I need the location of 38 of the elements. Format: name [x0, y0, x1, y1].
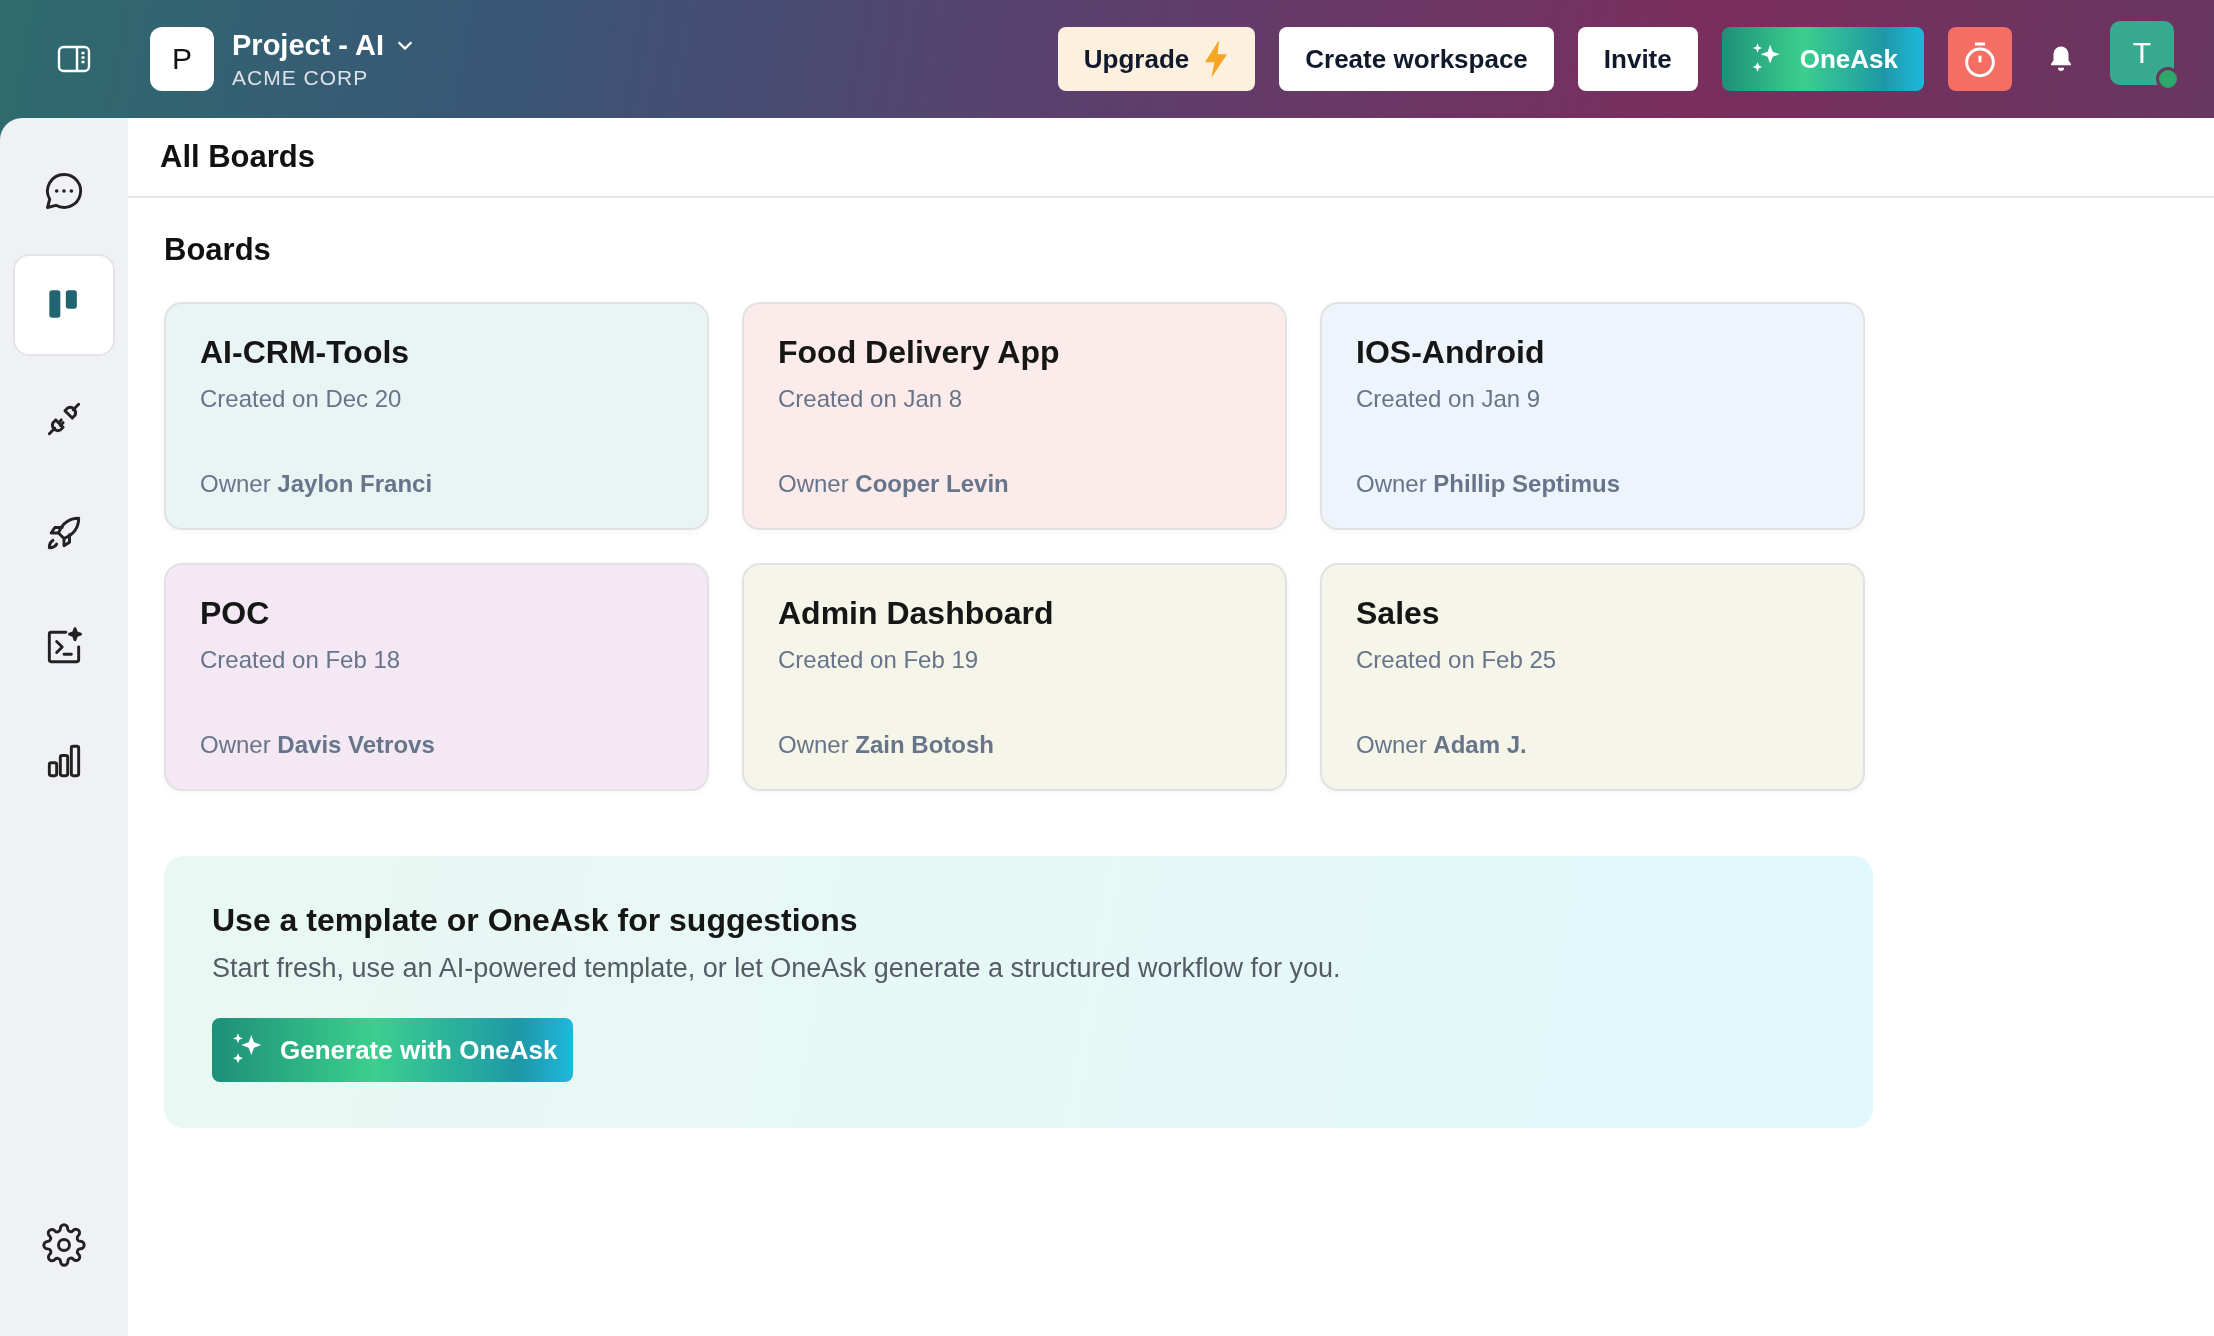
workspace-name[interactable]: Project - AI: [232, 28, 384, 62]
board-name: POC: [200, 595, 270, 632]
board-card[interactable]: Sales Created on Feb 25 Owner Adam J.: [1320, 563, 1865, 791]
organization-name: ACME CORP: [232, 65, 370, 90]
board-name: Admin Dashboard: [778, 595, 1054, 632]
suggestion-title: Use a template or OneAsk for suggestions: [212, 902, 858, 939]
workspace-avatar[interactable]: P: [150, 27, 214, 91]
board-created-date: Created on Feb 19: [778, 646, 979, 674]
board-owner: Owner Cooper Levin: [778, 470, 1009, 498]
header-button[interactable]: Invite: [1577, 27, 1698, 91]
board-card[interactable]: AI-CRM-Tools Created on Dec 20 Owner Jaylon Franci: [164, 302, 709, 530]
sidebar-item[interactable]: [13, 254, 115, 356]
board-card[interactable]: IOS-Android Created on Jan 9 Owner Phillip Septimus: [1320, 302, 1865, 530]
board-created-date: Created on Feb 18: [200, 646, 401, 674]
board-owner: Owner Davis Vetrovs: [200, 731, 435, 759]
board-card[interactable]: Food Delivery App Created on Jan 8 Owner Cooper Levin: [742, 302, 1287, 530]
board-card[interactable]: POC Created on Feb 18 Owner Davis Vetrovs: [164, 563, 709, 791]
lightning-icon: [1203, 40, 1230, 78]
board-owner: Owner Adam J.: [1356, 731, 1527, 759]
board-owner: Owner Jaylon Franci: [200, 470, 433, 498]
timer-button[interactable]: [1948, 27, 2012, 91]
board-name: AI-CRM-Tools: [200, 334, 410, 371]
board-created-date: Created on Jan 8: [778, 385, 963, 413]
board-created-date: Created on Dec 20: [200, 385, 402, 413]
board-owner: Owner Zain Botosh: [778, 731, 994, 759]
board-card[interactable]: Admin Dashboard Created on Feb 19 Owner Zain Botosh: [742, 563, 1287, 791]
board-created-date: Created on Feb 25: [1356, 646, 1557, 674]
section-title: Boards: [164, 232, 272, 268]
header-button[interactable]: Create workspace: [1279, 27, 1554, 91]
board-owner: Owner Phillip Septimus: [1356, 470, 1621, 498]
board-name: IOS-Android: [1356, 334, 1545, 371]
board-created-date: Created on Jan 9: [1356, 385, 1541, 413]
board-name: Food Delivery App: [778, 334, 1060, 371]
upgrade-button[interactable]: Upgrade: [1057, 27, 1256, 91]
board-name: Sales: [1356, 595, 1440, 632]
page-title: All Boards: [160, 139, 316, 175]
settings-icon: [42, 1223, 86, 1267]
suggestion-text: Start fresh, use an AI-powered template, or let OneAsk generate a structured workflow for you.: [212, 953, 1341, 984]
